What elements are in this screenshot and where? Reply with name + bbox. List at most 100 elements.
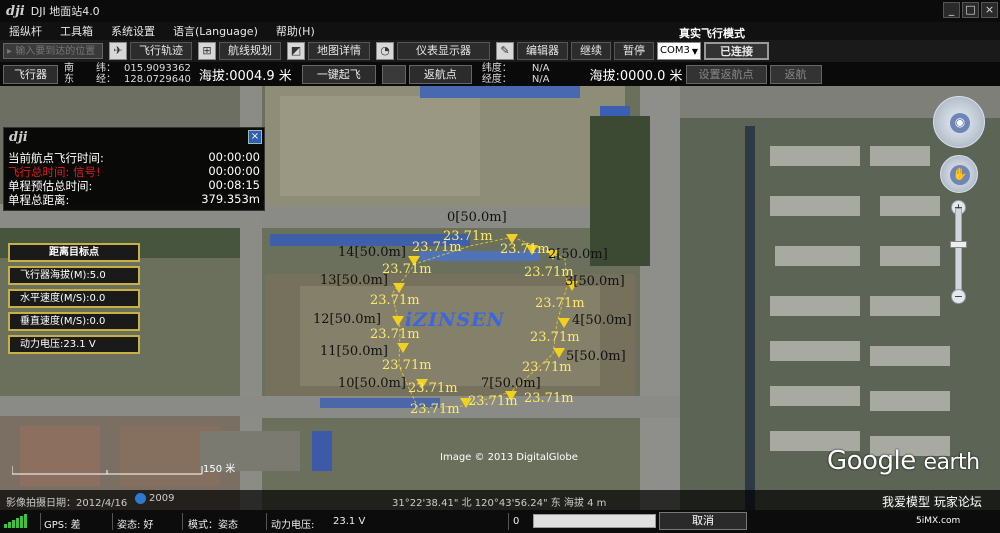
menu-help[interactable]: 帮助(H) (267, 23, 324, 39)
set-return-point-button[interactable]: 设置返航点 (685, 64, 767, 84)
com-port-select[interactable]: COM3 ▼ (657, 42, 701, 60)
maximize-button[interactable]: □ (962, 2, 979, 18)
divider (182, 513, 183, 530)
takeoff-button[interactable]: 一键起飞 (301, 64, 376, 84)
close-icon[interactable]: × (248, 130, 262, 144)
move-control[interactable]: ✋ (940, 155, 978, 193)
distance-to-target-gauge: 距离目标点 (8, 243, 140, 262)
flight-mode-status: 模式：姿态 (188, 520, 238, 531)
waypoint-label-10: 10[50.0m] (338, 376, 406, 391)
continue-button[interactable]: 继续 (571, 42, 611, 60)
voltage-label: 动力电压: (271, 520, 315, 531)
info-row: 单程总距离: 379.353m (8, 192, 260, 208)
location-search-input[interactable] (3, 43, 103, 59)
target-longitude: N/A (531, 74, 550, 85)
waypoint-marker[interactable] (392, 316, 404, 326)
waypoint-alt-14: 23.71m (382, 262, 432, 277)
hemisphere-ew: 东 (64, 74, 74, 85)
gauge-icon[interactable]: ◔ (376, 42, 394, 60)
scale-bar (12, 466, 203, 475)
waypoint-marker[interactable] (393, 283, 405, 293)
waypoint-alt-13: 23.71m (370, 293, 420, 308)
globe-icon (135, 493, 146, 504)
flight-track-icon[interactable]: ✈ (109, 42, 127, 60)
pause-button[interactable]: 暂停 (614, 42, 654, 60)
zoom-slider[interactable] (955, 208, 962, 298)
waypoint-label-3: 3[50.0m] (565, 274, 625, 289)
divider (508, 513, 509, 530)
zoom-out-button[interactable]: − (951, 289, 966, 304)
progress-value: 0 (513, 516, 520, 527)
menu-bar: 摇纵杆 工具箱 系统设置 语言(Language) 帮助(H) 真实飞行模式 (0, 22, 1000, 40)
window-title: DJI 地面站4.0 (30, 5, 100, 18)
map-icon[interactable]: ◩ (287, 42, 305, 60)
coord-labels: 纬： 经： (96, 63, 116, 85)
target-coord-values: N/A N/A (532, 63, 550, 85)
flight-mode-label: 真实飞行模式 (679, 27, 745, 40)
menu-settings[interactable]: 系统设置 (102, 23, 164, 39)
minimize-button[interactable]: _ (943, 2, 960, 18)
waypoint-alt-4: 23.71m (530, 330, 580, 345)
google-earth-logo: Google earth (827, 446, 980, 476)
signal-strength-icon (4, 514, 27, 528)
vertical-speed-gauge: 垂直速度(M/S):0.0 (8, 312, 140, 331)
title-bar: dji DJI 地面站4.0 _ □ × (0, 0, 1000, 22)
editor-icon[interactable]: ✎ (496, 42, 514, 60)
waypoint-label-14: 14[50.0m] (338, 245, 406, 260)
info-value: 379.353m (201, 192, 260, 206)
waypoint-alt-1: 23.71m (500, 242, 550, 257)
waypoint-alt-3: 23.71m (535, 296, 585, 311)
coord-values: 015.9093362 128.0729640 (124, 63, 191, 85)
instrument-display-button[interactable]: 仪表显示器 (397, 42, 490, 60)
toolbar: ✈ 飞行轨迹 ⊞ 航线规划 ◩ 地图详情 ◔ 仪表显示器 ✎ 编辑器 继续 暂停… (0, 40, 1000, 62)
target-lon-label: 经度： (481, 74, 512, 85)
return-home-button[interactable]: 返航 (769, 64, 822, 84)
eye-icon: ◉ (950, 113, 970, 133)
waypoint-marker[interactable] (553, 348, 565, 358)
menu-language[interactable]: 语言(Language) (164, 23, 267, 39)
google-wordmark: Google (827, 446, 916, 476)
cancel-button[interactable]: 取消 (659, 512, 747, 530)
menu-joystick[interactable]: 摇纵杆 (0, 23, 51, 39)
target-lat-label: 纬度： (481, 63, 512, 74)
menu-toolbox[interactable]: 工具箱 (51, 23, 102, 39)
aircraft-altitude: 海拔:0004.9 米 (198, 68, 292, 84)
waypoint-label-5: 5[50.0m] (566, 349, 626, 364)
waypoint-alt-5: 23.71m (522, 360, 572, 375)
info-label: 单程总距离: (8, 193, 70, 207)
route-planning-button[interactable]: 航线规划 (219, 42, 281, 60)
return-point-button[interactable]: 返航点 (408, 64, 472, 84)
waypoint-alt-10: 23.71m (408, 381, 458, 396)
target-altitude: 海拔:0000.0 米 (589, 68, 683, 84)
connect-button[interactable]: 已连接 (704, 42, 769, 60)
divider (40, 513, 41, 530)
route-icon[interactable]: ⊞ (198, 42, 216, 60)
flight-track-button[interactable]: 飞行轨迹 (130, 42, 192, 60)
aircraft-button[interactable]: 飞行器 (3, 64, 58, 84)
hemisphere-ns: 南 (64, 63, 74, 74)
waypoint-label-0: 0[50.0m] (447, 210, 507, 225)
upload-progress-bar (533, 514, 656, 528)
look-control[interactable]: ◉ (933, 96, 985, 148)
com-port-value: COM3 (660, 45, 690, 56)
waypoint-marker[interactable] (558, 318, 570, 328)
waypoint-marker[interactable] (397, 343, 409, 353)
map-detail-button[interactable]: 地图详情 (308, 42, 370, 60)
scale-label: 150 米 (203, 464, 236, 475)
historical-imagery-badge[interactable]: 2009 (135, 493, 174, 504)
voltage-value: 23.1 V (333, 516, 366, 527)
waypoint-label-4: 4[50.0m] (572, 313, 632, 328)
waypoint-label-12: 12[50.0m] (313, 312, 381, 327)
forum-site: 5iMX.com (916, 516, 961, 526)
lon-label: 经： (96, 74, 116, 85)
imagery-date: 影像拍摄日期：2012/4/16 (6, 498, 128, 509)
gps-status: GPS: 差 (44, 520, 81, 531)
hemisphere-labels: 南 东 (64, 63, 74, 85)
separator-block (381, 64, 406, 84)
imagery-year: 2009 (149, 493, 175, 504)
chevron-down-icon: ▼ (691, 47, 698, 56)
close-button[interactable]: × (981, 2, 998, 18)
editor-button[interactable]: 编辑器 (517, 42, 568, 60)
hand-icon: ✋ (950, 165, 970, 185)
zoom-slider-thumb[interactable] (950, 241, 967, 248)
